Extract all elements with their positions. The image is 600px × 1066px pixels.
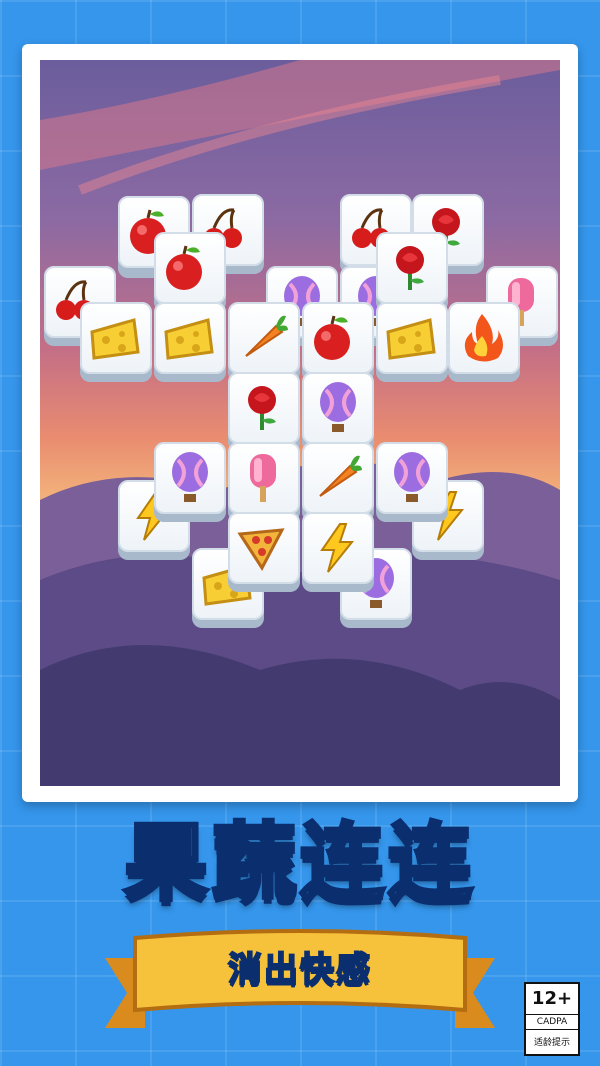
rose-icon [248,386,276,430]
balloon-icon [394,452,430,502]
apple-icon [314,315,350,360]
apple-icon [166,245,202,290]
game-tile[interactable] [228,512,300,592]
pizza-icon [237,528,285,571]
age-rating-badge: 12+ CADPA 适龄提示 [524,982,580,1056]
game-tile[interactable] [302,512,374,592]
cheese-icon [164,318,214,360]
game-tile[interactable] [228,302,300,382]
carrot-icon [245,315,288,357]
game-tile[interactable] [154,302,226,382]
game-tile[interactable] [80,302,152,382]
game-tile[interactable] [376,302,448,382]
game-tile[interactable] [376,442,448,522]
balloon-icon [172,452,208,502]
game-tile[interactable] [448,302,520,382]
subtitle-text: 消出快感 [227,949,372,991]
sunset-landscape [40,60,560,786]
age-rating-number: 12+ [526,984,578,1015]
cheese-icon [386,318,436,360]
game-board-scene [40,60,560,786]
title-banner: 果蔬连连 [0,808,600,918]
lightning-icon [320,523,355,573]
game-tile[interactable] [302,302,374,382]
age-rating-tip: 适龄提示 [533,1038,570,1048]
game-tile[interactable] [302,372,374,452]
game-title: 果蔬连连 [122,812,476,914]
balloon-icon [320,382,356,432]
cheese-icon [90,318,140,360]
carrot-icon [319,455,362,497]
game-tile[interactable] [376,232,448,312]
game-tile[interactable] [154,442,226,522]
game-tile[interactable] [154,232,226,312]
game-tile[interactable] [302,442,374,522]
age-rating-org: CADPA [526,1015,578,1030]
game-tile[interactable] [228,372,300,452]
popsicle-icon [250,454,276,502]
rose-icon [396,246,424,290]
subtitle-ribbon: 消出快感 [105,928,495,1038]
fire-icon [464,314,503,362]
game-tile[interactable] [228,442,300,522]
